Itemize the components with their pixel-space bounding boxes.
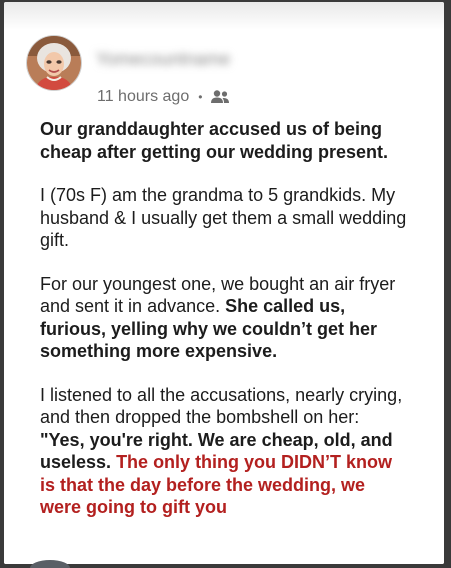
grandma-photo-icon — [27, 36, 81, 90]
post-meta: 11 hours ago • — [97, 87, 230, 107]
author-avatar[interactable] — [27, 36, 81, 90]
post-paragraph-2: For our youngest one, we bought an air f… — [40, 273, 410, 363]
top-shadow — [4, 2, 444, 30]
bottom-edge — [4, 558, 444, 564]
facebook-post-card: Yomecountname 11 hours ago • Our grandda… — [4, 2, 444, 564]
screenshot-frame: Yomecountname 11 hours ago • Our grandda… — [0, 0, 451, 568]
paragraph-3-text: I listened to all the accusations, nearl… — [40, 384, 403, 428]
post-paragraph-1: I (70s F) am the grandma to 5 grandkids.… — [40, 185, 407, 250]
post-paragraph-3: I listened to all the accusations, nearl… — [40, 384, 410, 519]
post-title: Our granddaughter accused us of being ch… — [40, 119, 389, 162]
post-timestamp[interactable]: 11 hours ago — [97, 88, 189, 106]
post-body: Our granddaughter accused us of being ch… — [40, 118, 410, 540]
group-icon[interactable] — [210, 89, 230, 105]
author-name-blurred[interactable]: Yomecountname — [96, 49, 281, 69]
separator-dot: • — [198, 90, 203, 104]
